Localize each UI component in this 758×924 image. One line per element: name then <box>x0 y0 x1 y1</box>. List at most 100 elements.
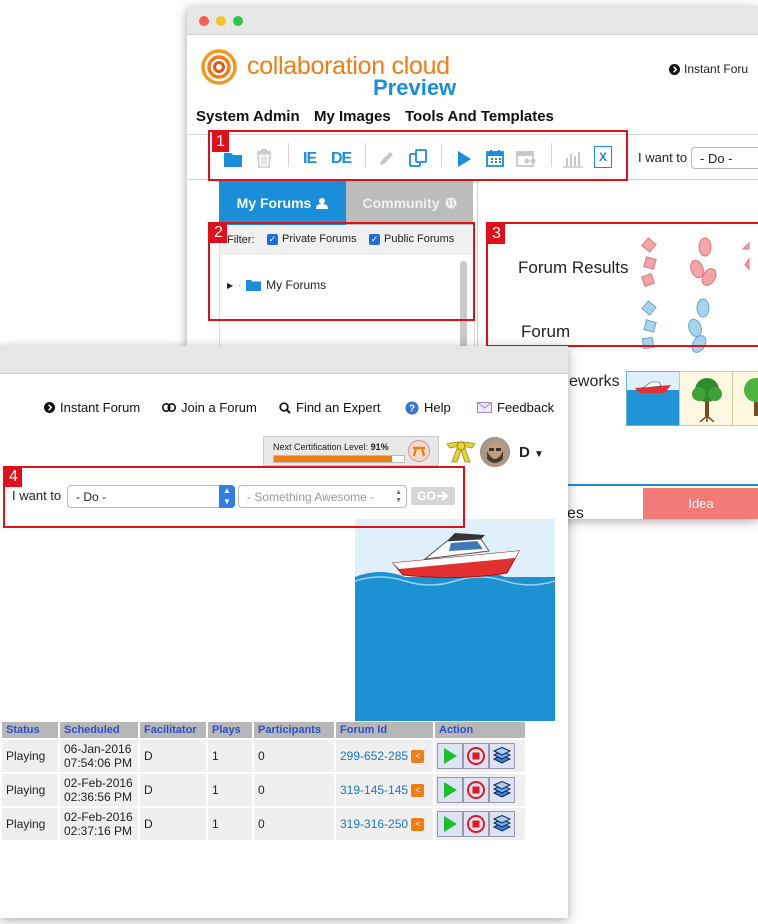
stop-button[interactable] <box>463 743 489 769</box>
search-icon <box>279 401 291 414</box>
table-row[interactable]: Playing 02-Feb-2016 02:36:56 PM D 1 0 319… <box>2 774 525 806</box>
play-button[interactable] <box>437 743 463 769</box>
share-icon[interactable]: < <box>411 784 425 798</box>
scheduled-column-header[interactable]: Scheduled <box>60 722 138 738</box>
caret-down-icon: ▼ <box>534 449 544 460</box>
menu-system-admin[interactable]: System Admin <box>196 108 300 125</box>
nav-instant-forum[interactable]: Instant Forum <box>44 400 140 415</box>
menu-my-images[interactable]: My Images <box>314 108 391 125</box>
play-icon <box>444 816 457 832</box>
nav-find-expert[interactable]: Find an Expert <box>279 400 381 415</box>
header-instant-forum-link[interactable]: Instant Foru <box>669 62 748 76</box>
stop-icon <box>467 781 485 799</box>
frameworks-label: eworks <box>569 373 620 390</box>
status-cell: Playing <box>2 774 58 806</box>
participants-header-label: Participants <box>258 724 321 736</box>
back-do-select-value: - Do - <box>700 151 733 166</box>
close-window-button[interactable] <box>199 16 209 26</box>
share-icon[interactable]: < <box>411 750 425 764</box>
table-row[interactable]: Playing 02-Feb-2016 02:37:16 PM D 1 0 319… <box>2 808 525 840</box>
minimize-window-button[interactable] <box>216 16 226 26</box>
facilitator-cell: D <box>140 774 206 806</box>
menu-tools-templates[interactable]: Tools And Templates <box>405 108 554 125</box>
play-icon <box>444 782 457 798</box>
stop-button[interactable] <box>463 777 489 803</box>
nav-feedback[interactable]: Feedback <box>477 400 554 415</box>
action-cell <box>435 774 525 806</box>
nav-join-forum[interactable]: Join a Forum <box>162 400 257 415</box>
forums-table: Status Scheduled Facilitator Plays Parti… <box>0 720 527 842</box>
facilitator-column-header[interactable]: Facilitator <box>140 722 206 738</box>
plays-column-header[interactable]: Plays <box>208 722 252 738</box>
idea-button[interactable]: Idea <box>643 488 758 519</box>
link-icon <box>162 403 176 412</box>
scheduled-header-label: Scheduled <box>64 724 120 736</box>
annotation-badge-4: 4 <box>5 467 22 487</box>
avatar[interactable] <box>480 437 510 467</box>
forum-id-cell: 319-145-145 < <box>336 774 433 806</box>
annotation-box-3 <box>486 222 758 347</box>
boat-thumbnail[interactable] <box>626 371 681 426</box>
nav-help[interactable]: ? Help <box>405 400 451 415</box>
annotation-box-4 <box>3 466 465 528</box>
forum-id-link[interactable]: 319-145-145 <box>340 783 408 797</box>
maximize-window-button[interactable] <box>233 16 243 26</box>
tree-thumbnail[interactable] <box>679 371 734 426</box>
stack-icon <box>492 780 512 798</box>
forum-id-cell: 319-316-250 < <box>336 808 433 840</box>
participants-column-header[interactable]: Participants <box>254 722 334 738</box>
forum-id-link[interactable]: 299-652-285 <box>340 749 408 763</box>
chevron-circle-icon <box>44 402 55 413</box>
tab-my-forums-label: My Forums <box>236 195 312 211</box>
participants-cell: 0 <box>254 774 334 806</box>
partial-text: es <box>567 505 584 519</box>
nav-join-forum-label: Join a Forum <box>181 400 257 415</box>
plays-cell: 1 <box>208 808 252 840</box>
forum-id-link[interactable]: 319-316-250 <box>340 817 408 831</box>
user-menu[interactable]: D ▼ <box>519 444 544 461</box>
tab-my-forums[interactable]: My Forums <box>219 181 346 225</box>
idea-button-label: Idea <box>688 496 714 511</box>
forum-id-header-label: Forum Id <box>340 724 388 736</box>
certification-button[interactable] <box>408 440 430 462</box>
envelope-icon <box>477 402 492 413</box>
boat-image <box>355 519 555 721</box>
scheduled-date: 06-Jan-2016 <box>64 742 132 756</box>
logo-icon <box>201 49 237 85</box>
action-column-header: Action <box>435 722 525 738</box>
certification-progress-fill <box>274 456 393 462</box>
plays-cell: 1 <box>208 740 252 772</box>
scheduled-cell: 06-Jan-2016 07:54:06 PM <box>60 740 138 772</box>
tree-thumbnail-partial[interactable] <box>732 371 758 426</box>
share-icon[interactable]: < <box>411 818 425 832</box>
play-button[interactable] <box>437 811 463 837</box>
logo-subtitle: Preview <box>373 75 457 100</box>
action-header-label: Action <box>439 724 474 736</box>
forum-id-column-header[interactable]: Forum Id <box>336 722 433 738</box>
annotation-badge-1: 1 <box>212 132 229 152</box>
certification-panel: Next Certification Level: 91% <box>263 436 439 466</box>
facilitator-cell: D <box>140 740 206 772</box>
stack-button[interactable] <box>489 811 515 837</box>
globe-icon <box>445 197 456 209</box>
stop-icon <box>467 815 485 833</box>
stack-icon <box>492 746 512 764</box>
tab-community[interactable]: Community <box>346 181 473 225</box>
play-button[interactable] <box>437 777 463 803</box>
tree-icon <box>692 378 722 422</box>
nav-help-label: Help <box>424 400 451 415</box>
avatar-face <box>480 437 510 467</box>
annotation-box-2 <box>208 222 475 321</box>
table-row[interactable]: Playing 06-Jan-2016 07:54:06 PM D 1 0 299… <box>2 740 525 772</box>
certification-progress-track <box>273 455 405 463</box>
back-do-select[interactable]: - Do - <box>691 147 758 169</box>
scheduled-date: 02-Feb-2016 <box>64 776 133 790</box>
yellow-belt-icon <box>446 441 476 463</box>
stack-button[interactable] <box>489 743 515 769</box>
stack-icon <box>492 814 512 832</box>
stop-icon <box>467 747 485 765</box>
status-column-header[interactable]: Status <box>2 722 58 738</box>
boat-icon <box>635 381 671 393</box>
stop-button[interactable] <box>463 811 489 837</box>
stack-button[interactable] <box>489 777 515 803</box>
